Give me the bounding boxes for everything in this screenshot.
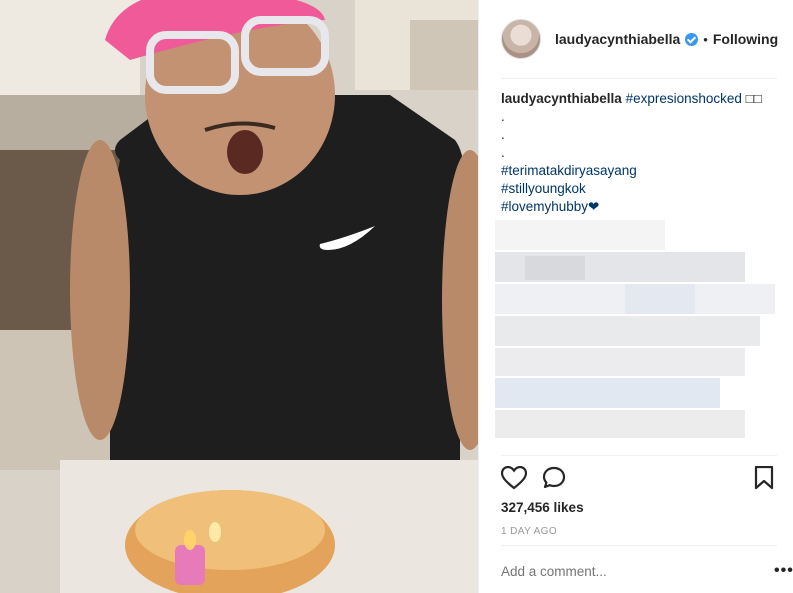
verified-badge-icon <box>685 32 699 46</box>
header-username[interactable]: laudyacynthiabella <box>555 31 680 47</box>
hashtag-link[interactable]: #terimatakdiryasayang <box>501 163 637 178</box>
comment-icon[interactable] <box>542 466 568 495</box>
hashtag-link[interactable]: #expresionshocked <box>626 91 742 106</box>
photo-illustration <box>0 0 478 593</box>
blurred-comments <box>495 220 775 450</box>
post-sidebar: laudyacynthiabella • Following laudyacyn… <box>478 0 793 593</box>
following-button[interactable]: Following <box>713 31 778 47</box>
more-options-icon[interactable]: ••• <box>774 563 793 579</box>
caption-line: . <box>501 127 505 142</box>
divider <box>501 455 777 456</box>
caption-line: . <box>501 109 505 124</box>
post-header: laudyacynthiabella • Following <box>501 18 778 60</box>
caption-line: . <box>501 145 505 160</box>
header-separator: • <box>703 31 708 47</box>
avatar[interactable] <box>501 19 541 59</box>
caption-suffix: □□ <box>741 91 762 106</box>
hashtag-link[interactable]: #lovemyhubby❤ <box>501 199 599 214</box>
heart-icon[interactable] <box>500 465 528 495</box>
post-caption: laudyacynthiabella #expresionshocked □□ … <box>501 90 781 216</box>
caption-username[interactable]: laudyacynthiabella <box>501 91 622 106</box>
divider <box>501 78 777 79</box>
hashtag-link[interactable]: #stillyoungkok <box>501 181 586 196</box>
post-timestamp[interactable]: 1 DAY AGO <box>501 526 557 537</box>
divider <box>501 545 777 546</box>
likes-count[interactable]: 327,456 likes <box>501 500 584 515</box>
comment-input[interactable] <box>501 564 741 579</box>
post-photo[interactable] <box>0 0 478 593</box>
bookmark-icon[interactable] <box>754 465 774 495</box>
post-actions <box>500 465 776 495</box>
